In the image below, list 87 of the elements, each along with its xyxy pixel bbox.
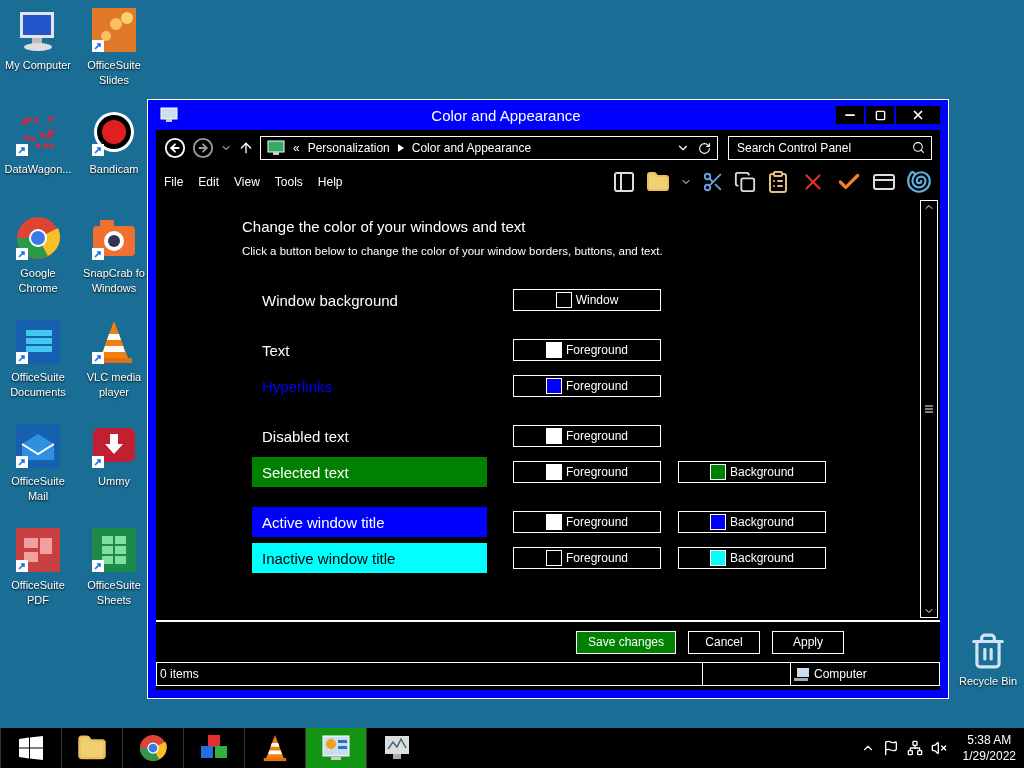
refresh-icon[interactable] <box>698 141 711 155</box>
flag-icon[interactable] <box>882 740 899 756</box>
page-heading: Change the color of your windows and text <box>242 218 527 235</box>
menu-item[interactable]: Edit <box>198 175 220 189</box>
color-button[interactable]: Foreground <box>513 511 661 533</box>
action-button[interactable]: Save changes <box>576 630 676 654</box>
clock[interactable]: 5:38 AM 1/29/2022 <box>962 732 1016 764</box>
chevron-icon <box>397 144 404 152</box>
desktop-icon-label: OfficeSuite Sheets <box>87 578 141 608</box>
control-panel-icon <box>321 733 351 763</box>
computer-icon <box>794 667 810 681</box>
desktop-icon-label: Ummy <box>98 474 130 489</box>
spreadsheet-icon[interactable] <box>90 526 138 574</box>
color-button[interactable]: Foreground <box>513 425 661 447</box>
menu-item[interactable]: View <box>234 175 260 189</box>
close-button[interactable] <box>896 106 940 124</box>
back-icon[interactable] <box>164 137 186 159</box>
time-text: 5:38 AM <box>967 732 1012 748</box>
taskbar-control-panel-button[interactable] <box>305 728 366 768</box>
color-sample: Selected text <box>252 457 487 487</box>
color-button[interactable]: Foreground <box>513 547 661 569</box>
item-label: Disabled text <box>261 426 350 447</box>
status-text: 0 items <box>159 666 200 683</box>
color-button[interactable]: Background <box>678 461 826 483</box>
folder-icon[interactable] <box>646 170 670 194</box>
window-title: Color and Appearance <box>430 106 582 124</box>
desktop-icon-label: OfficeSuite Mail <box>11 474 65 504</box>
color-button[interactable]: Foreground <box>513 461 661 483</box>
color-button[interactable]: Background <box>678 511 826 533</box>
forward-icon[interactable] <box>192 137 214 159</box>
action-button[interactable]: Cancel <box>688 630 760 654</box>
monitor-icon <box>160 107 178 123</box>
desktop-icon-label: Recycle Bin <box>958 674 1018 689</box>
maximize-button[interactable] <box>866 106 894 124</box>
envelope-icon[interactable] <box>14 422 62 470</box>
desktop-icon-label: Bandicam <box>89 162 139 177</box>
color-button[interactable]: Foreground <box>513 375 661 397</box>
item-label: Hyperlinks <box>261 376 334 397</box>
desktop-icon-label: DataWagon... <box>4 162 72 177</box>
clipboard-icon[interactable] <box>766 170 790 194</box>
monitor-icon <box>267 140 285 156</box>
search-icon[interactable] <box>912 141 925 154</box>
network-icon[interactable] <box>906 740 923 756</box>
scrollbar[interactable] <box>920 200 938 618</box>
color-button[interactable]: Foreground <box>513 339 661 361</box>
breadcrumb-item[interactable]: Color and Appearance <box>411 141 532 155</box>
item-label: Window background <box>261 290 399 311</box>
scissors-icon[interactable] <box>702 171 724 193</box>
menu-item[interactable]: Help <box>317 175 343 189</box>
breadcrumb-item[interactable]: Personalization <box>307 141 390 155</box>
grip-icon[interactable] <box>925 405 933 413</box>
color-sample: Inactive window title <box>252 543 487 573</box>
minimize-button[interactable] <box>836 106 864 124</box>
maximize-icon <box>874 109 886 121</box>
close-icon <box>911 108 925 122</box>
document-icon[interactable] <box>14 318 62 366</box>
desktop-icon-label: SnapCrab fo Windows <box>83 266 145 296</box>
desktop-icon-label: VLC media player <box>86 370 142 400</box>
volume-muted-icon[interactable] <box>930 740 947 756</box>
panel-icon[interactable] <box>612 170 636 194</box>
color-button[interactable]: Background <box>678 547 826 569</box>
menu-item[interactable]: File <box>164 175 184 189</box>
shell-icon[interactable] <box>906 169 932 195</box>
search-field[interactable]: Search Control Panel <box>728 136 932 160</box>
presentation-icon[interactable] <box>90 6 138 54</box>
breadcrumb-item[interactable]: « <box>293 141 300 155</box>
desktop-icon-label: OfficeSuite PDF <box>11 578 65 608</box>
page-description: Click a button below to change the color of your window borders, buttons, and text. <box>242 245 664 257</box>
layout-icon[interactable] <box>14 526 62 574</box>
browser-icon <box>138 733 168 763</box>
copy-icon[interactable] <box>734 171 756 193</box>
desktop-icon-label: Google Chrome <box>18 266 58 296</box>
recycle-bin-icon[interactable] <box>969 632 1007 670</box>
desktop-icon-label: My Computer <box>5 58 71 73</box>
action-button[interactable]: Apply <box>772 630 844 654</box>
item-label: Text <box>261 340 291 361</box>
color-button[interactable]: Window <box>513 289 661 311</box>
date-text: 1/29/2022 <box>962 748 1016 764</box>
desktop-icon-label: OfficeSuite Slides <box>87 58 141 88</box>
windows-logo-icon <box>19 736 43 760</box>
desktop-icon-label: OfficeSuite Documents <box>10 370 66 400</box>
color-sample: Active window title <box>252 507 487 537</box>
status-location: Computer <box>814 667 867 681</box>
menu-item[interactable]: Tools <box>274 175 303 189</box>
up-icon[interactable] <box>238 140 254 156</box>
browser-icon[interactable] <box>14 214 62 262</box>
address-bar[interactable]: « Personalization Color and Appearance <box>260 136 718 160</box>
